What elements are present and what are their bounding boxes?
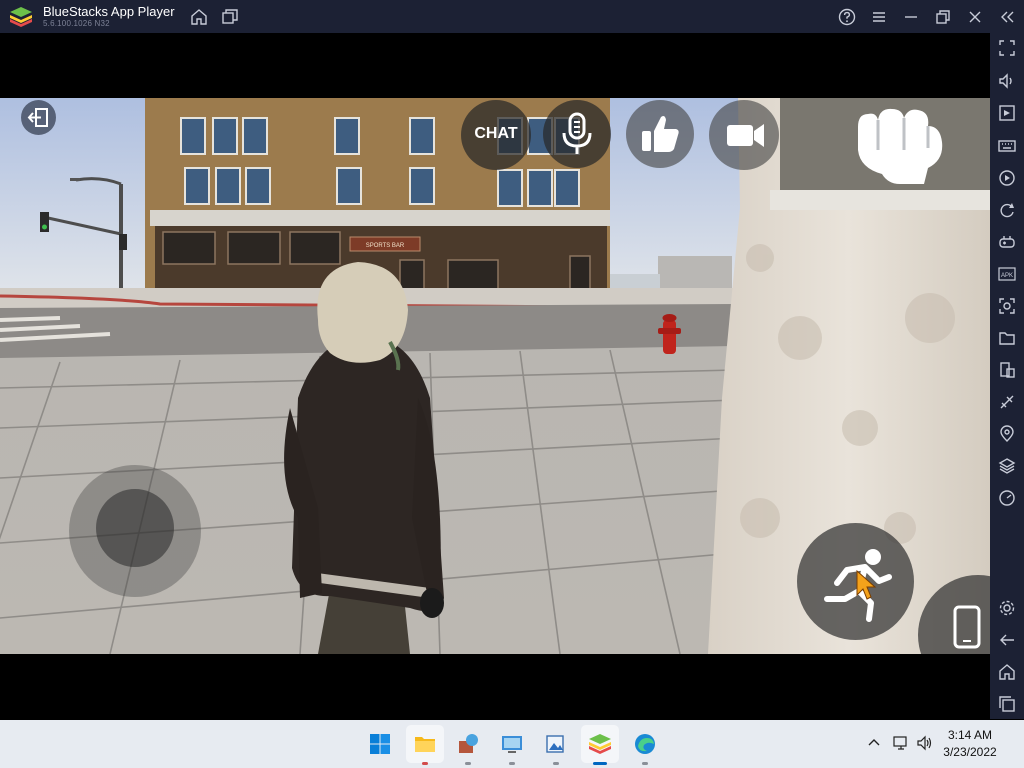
- home-icon[interactable]: [190, 8, 208, 26]
- volume-icon[interactable]: [998, 72, 1016, 90]
- version-label: 5.6.100.1026 N32: [43, 19, 110, 28]
- edge-button[interactable]: [626, 725, 664, 765]
- multi-window-icon[interactable]: [998, 361, 1016, 379]
- chat-button[interactable]: CHAT: [461, 100, 531, 170]
- location-icon[interactable]: [998, 425, 1016, 443]
- install-apk-icon[interactable]: APK: [998, 265, 1016, 283]
- store-sign: SPORTS BAR: [366, 243, 405, 249]
- close-icon[interactable]: [966, 8, 984, 26]
- file-explorer-button[interactable]: [406, 725, 444, 765]
- window-titlebar: BlueStacks App Player 5.6.100.1026 N32: [0, 0, 1024, 33]
- network-icon[interactable]: [893, 735, 909, 751]
- screen-cast-icon[interactable]: [998, 104, 1016, 122]
- macro-recorder-icon[interactable]: [998, 169, 1016, 187]
- gamepad-icon[interactable]: [998, 233, 1016, 251]
- edge-icon: [635, 734, 655, 754]
- speed-icon[interactable]: [998, 489, 1016, 507]
- movement-joystick[interactable]: [69, 465, 201, 597]
- joystick-thumb[interactable]: [96, 489, 174, 567]
- control-panel-icon: [502, 736, 522, 753]
- running-indicator: [465, 762, 471, 765]
- eco-mode-icon[interactable]: [998, 393, 1016, 411]
- running-indicator: [642, 762, 648, 765]
- running-indicator: [422, 762, 428, 765]
- active-indicator: [593, 762, 607, 765]
- game-viewport[interactable]: SPORTS BAR CHAT: [0, 98, 990, 654]
- video-button[interactable]: [709, 100, 779, 170]
- voice-chat-button[interactable]: [543, 100, 611, 168]
- like-button[interactable]: [626, 100, 694, 168]
- taskbar-app-button[interactable]: [449, 725, 487, 765]
- help-icon[interactable]: [838, 8, 856, 26]
- control-panel-button[interactable]: [493, 725, 531, 765]
- file-explorer-icon: [415, 737, 435, 752]
- smartphone-icon: [953, 605, 981, 649]
- minimize-icon[interactable]: [902, 8, 920, 26]
- fist-icon: [858, 108, 943, 184]
- show-hidden-icons-chevron-icon[interactable]: [866, 735, 882, 751]
- exit-game-button[interactable]: [21, 100, 56, 135]
- volume-tray-icon[interactable]: [917, 735, 933, 751]
- menu-icon[interactable]: [870, 8, 888, 26]
- chat-label: CHAT: [474, 125, 518, 142]
- collapse-sidebar-icon[interactable]: [998, 8, 1016, 26]
- keyboard-controls-icon[interactable]: [998, 136, 1016, 154]
- microphone-icon: [562, 112, 592, 154]
- recent-apps-icon[interactable]: [998, 695, 1016, 713]
- clock-time[interactable]: 3:14 AM: [940, 728, 1000, 742]
- back-icon[interactable]: [998, 631, 1016, 649]
- running-indicator: [553, 762, 559, 765]
- fullscreen-icon[interactable]: [998, 39, 1016, 57]
- svg-text:APK: APK: [1001, 273, 1013, 279]
- bluestacks-icon: [589, 734, 611, 754]
- app-icon: [459, 734, 478, 753]
- bluestacks-taskbar-button[interactable]: [581, 725, 619, 765]
- home-icon[interactable]: [998, 663, 1016, 681]
- bluestacks-logo-icon: [10, 7, 32, 27]
- folder-icon[interactable]: [998, 329, 1016, 347]
- photos-button[interactable]: [537, 725, 575, 765]
- start-button[interactable]: [361, 725, 399, 763]
- multi-instance-icon[interactable]: [221, 8, 239, 26]
- windows-start-icon: [370, 734, 390, 754]
- bluestacks-sidebar: APK: [990, 33, 1024, 719]
- running-indicator: [509, 762, 515, 765]
- video-camera-icon: [727, 124, 764, 147]
- phone-button[interactable]: [918, 575, 990, 654]
- running-icon: [824, 549, 892, 622]
- punch-button[interactable]: [848, 102, 948, 190]
- window-title: BlueStacks App Player: [43, 4, 175, 19]
- layers-icon[interactable]: [998, 457, 1016, 475]
- settings-icon[interactable]: [998, 599, 1016, 617]
- exit-icon: [27, 108, 48, 127]
- thumbs-up-icon: [642, 116, 679, 152]
- clock-date[interactable]: 3/23/2022: [940, 745, 1000, 759]
- rotate-icon[interactable]: [998, 201, 1016, 219]
- sprint-button[interactable]: [797, 523, 914, 640]
- restore-icon[interactable]: [934, 8, 952, 26]
- screenshot-icon[interactable]: [998, 297, 1016, 315]
- photos-icon: [546, 735, 564, 753]
